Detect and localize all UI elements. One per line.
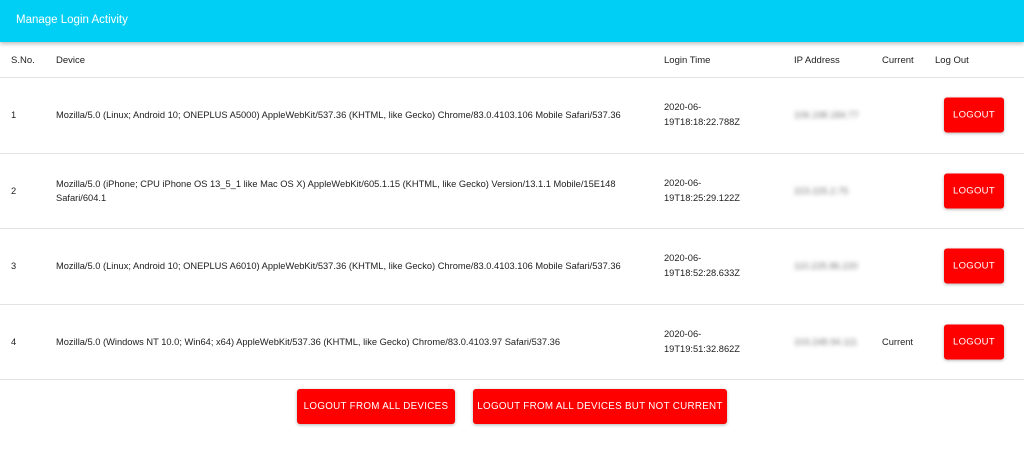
table-header: S.No. Device Login Time IP Address Curre… (0, 42, 1024, 78)
row-login-time-clock: 19T19:51:32.862Z (664, 343, 740, 354)
column-header-current: Current (882, 55, 914, 66)
table-row: 1 Mozilla/5.0 (Linux; Android 10; ONEPLU… (0, 78, 1024, 154)
row-device: Mozilla/5.0 (iPhone; CPU iPhone OS 13_5_… (56, 178, 616, 203)
row-sno: 1 (11, 110, 17, 121)
row-sno: 2 (11, 185, 17, 196)
row-device: Mozilla/5.0 (Linux; Android 10; ONEPLUS … (56, 261, 621, 272)
logout-button[interactable]: LOGOUT (944, 324, 1004, 360)
page-title: Manage Login Activity (16, 14, 128, 26)
column-header-logout: Log Out (935, 55, 969, 66)
row-login-time: 2020-06- 19T18:52:28.633Z (664, 251, 774, 281)
row-sno: 3 (11, 261, 17, 272)
column-header-sno: S.No. (11, 55, 35, 66)
logout-button[interactable]: LOGOUT (944, 248, 1004, 284)
logout-all-but-current-button[interactable]: LOGOUT FROM ALL DEVICES BUT NOT CURRENT (473, 389, 727, 424)
app-bar: Manage Login Activity (0, 0, 1024, 42)
login-activity-table: S.No. Device Login Time IP Address Curre… (0, 42, 1024, 380)
row-login-time: 2020-06- 19T18:25:29.122Z (664, 176, 774, 206)
row-login-time-date: 2020-06- (664, 328, 702, 339)
row-login-time-date: 2020-06- (664, 102, 702, 113)
row-login-time: 2020-06- 19T18:18:22.788Z (664, 100, 774, 130)
row-login-time-date: 2020-06- (664, 177, 702, 188)
row-sno: 4 (11, 336, 17, 347)
row-ip-address: 103.248.94.111 (794, 336, 858, 347)
table-row: 2 Mozilla/5.0 (iPhone; CPU iPhone OS 13_… (0, 154, 1024, 229)
logout-button[interactable]: LOGOUT (944, 173, 1004, 209)
column-header-login-time: Login Time (664, 55, 711, 66)
table-row: 4 Mozilla/5.0 (Windows NT 10.0; Win64; x… (0, 305, 1024, 380)
column-header-ip-address: IP Address (794, 55, 840, 66)
row-login-time-clock: 19T18:52:28.633Z (664, 268, 740, 279)
row-current: Current (882, 336, 914, 347)
row-device: Mozilla/5.0 (Windows NT 10.0; Win64; x64… (56, 336, 561, 347)
row-ip-address: 110.225.86.220 (794, 261, 858, 272)
row-login-time: 2020-06- 19T19:51:32.862Z (664, 327, 774, 357)
logout-all-devices-button[interactable]: LOGOUT FROM ALL DEVICES (297, 389, 455, 424)
row-ip-address: 106.198.184.77 (794, 110, 859, 121)
row-login-time-clock: 19T18:18:22.788Z (664, 117, 740, 128)
row-ip-address: 223.225.2.75 (794, 185, 849, 196)
table-row: 3 Mozilla/5.0 (Linux; Android 10; ONEPLU… (0, 229, 1024, 305)
row-login-time-clock: 19T18:25:29.122Z (664, 192, 740, 203)
row-login-time-date: 2020-06- (664, 253, 702, 264)
row-device: Mozilla/5.0 (Linux; Android 10; ONEPLUS … (56, 110, 621, 121)
column-header-device: Device (56, 55, 86, 66)
logout-button[interactable]: LOGOUT (944, 97, 1004, 133)
